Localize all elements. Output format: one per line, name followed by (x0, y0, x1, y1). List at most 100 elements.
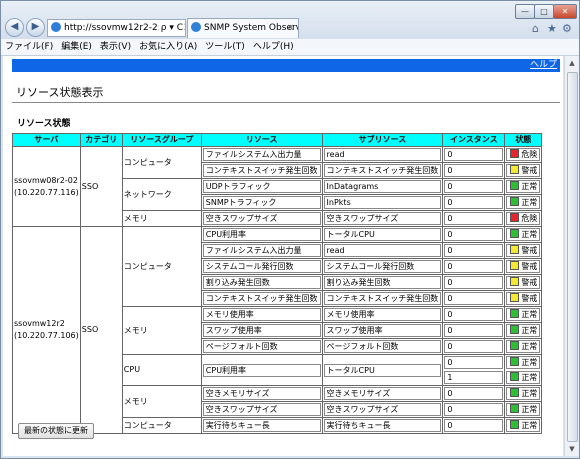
resource-label: コンテキストスイッチ発生回数 (202, 292, 321, 305)
resource-cell: ページフォルト回数 (200, 338, 323, 355)
help-bar: ヘルプ (12, 59, 560, 72)
status-icon (510, 149, 520, 158)
tab-close-icon[interactable]: × (286, 19, 294, 37)
instance-cell: 0 (442, 385, 506, 402)
status-text: 正常 (521, 389, 538, 398)
forward-button[interactable]: ▶ (26, 18, 45, 37)
ie-page-icon (51, 22, 61, 32)
resource-cell: コンテキストスイッチ発生回数 (200, 162, 323, 179)
vertical-scrollbar[interactable]: ▲ ▼ (564, 56, 579, 456)
resource-label: 割り込み発生回数 (202, 276, 321, 289)
status-badge: 正常 (506, 356, 541, 369)
status-badge: 正常 (506, 180, 541, 193)
table-row: ssovmw12r2 (10.220.77.106) SSO コンピュータ CPU利用… (12, 226, 543, 434)
status-icon (510, 388, 520, 397)
menu-tools[interactable]: ツール(T) (201, 39, 249, 55)
status-icon (510, 420, 520, 429)
resource-group-cell: コンピュータ (121, 226, 202, 307)
status-cell: 危険 (504, 210, 543, 227)
category-cell: SSO (79, 146, 123, 227)
menu-file[interactable]: ファイル(F) (1, 39, 57, 55)
instance-cell: 0 (442, 322, 506, 339)
status-icon (510, 325, 520, 334)
status-badge: 正常 (506, 308, 541, 321)
resource-cell: ファイルシステム入出力量 (200, 242, 323, 259)
resource-cell: メモリ使用率 (200, 306, 323, 323)
status-text: 正常 (521, 342, 538, 351)
instance-value: 0 (444, 419, 504, 432)
subresource-label: 空きメモリサイズ (323, 387, 442, 400)
minimize-button[interactable]: — (515, 4, 535, 19)
instance-value: 0 (444, 260, 504, 273)
instance-cell: 0 (442, 306, 506, 323)
resource-cell: CPU利用率 (200, 226, 323, 243)
subresource-label: read (323, 148, 442, 161)
subresource-cell: 空きスワップサイズ (321, 210, 444, 227)
header-subresource: サブリソース (321, 133, 444, 147)
menu-help[interactable]: ヘルプ(H) (249, 39, 298, 55)
window-close-button[interactable]: ✕ (553, 4, 577, 19)
instance-cell: 0 (442, 194, 506, 211)
header-resource-group: リソースグループ (121, 133, 202, 147)
status-cell: 正常 (504, 401, 543, 418)
header-resource: リソース (200, 133, 323, 147)
menu-view[interactable]: 表示(V) (96, 39, 135, 55)
resource-group-cell: CPU (121, 354, 202, 386)
scroll-thumb[interactable] (567, 72, 578, 442)
maximize-button[interactable]: □ (534, 4, 554, 19)
help-link[interactable]: ヘルプ (530, 59, 557, 72)
resource-cell: 空きスワップサイズ (200, 210, 323, 227)
subresource-label: コンテキストスイッチ発生回数 (323, 292, 442, 305)
resource-label: 空きメモリサイズ (202, 387, 321, 400)
header-instance: インスタンス (442, 133, 506, 147)
resource-group-cell: メモリ (121, 306, 202, 355)
resource-label: 空きスワップサイズ (202, 212, 321, 225)
browser-window: — □ ✕ ◀ ▶ http://ssovmw12r2-2:20393 ρ ▾ … (0, 0, 580, 459)
subresource-cell: 実行待ちキュー長 (321, 417, 444, 434)
back-button[interactable]: ◀ (5, 18, 24, 37)
tab-snmp-system-observer[interactable]: SNMP System Observer... × (187, 18, 299, 38)
status-badge: 警戒 (506, 260, 541, 273)
home-icon[interactable]: ⌂ (532, 22, 539, 35)
status-badge: 正常 (506, 340, 541, 353)
refresh-button[interactable]: 最新の状態に更新 (18, 423, 94, 439)
address-bar[interactable]: http://ssovmw12r2-2:20393 ρ ▾ C (47, 19, 186, 37)
subresource-label: スワップ使用率 (323, 324, 442, 337)
favorites-star-icon[interactable]: ★ (547, 22, 557, 35)
address-controls-icon[interactable]: ρ ▾ C (158, 20, 183, 36)
status-badge: 正常 (506, 419, 541, 432)
resource-group-cell: メモリ (121, 385, 202, 418)
status-icon (510, 245, 520, 254)
status-text: 正常 (521, 230, 538, 239)
scroll-up-icon[interactable]: ▲ (565, 56, 579, 70)
resource-label: SNMPトラフィック (202, 196, 321, 209)
status-icon (510, 165, 520, 174)
gear-icon[interactable]: ⚙ (562, 22, 572, 35)
title-divider (12, 102, 560, 103)
instance-value: 0 (444, 403, 504, 416)
status-badge: 警戒 (506, 164, 541, 177)
resource-label: 実行待ちキュー長 (202, 419, 321, 432)
menu-bar: ファイル(F) 編集(E) 表示(V) お気に入り(A) ツール(T) ヘルプ(H) (1, 39, 579, 56)
instance-cell: 0 (442, 401, 506, 418)
resource-cell: 空きメモリサイズ (200, 385, 323, 402)
tab-title: SNMP System Observer... (204, 23, 298, 33)
menu-edit[interactable]: 編集(E) (57, 39, 96, 55)
scroll-down-icon[interactable]: ▼ (565, 442, 579, 456)
status-icon (510, 261, 520, 270)
subresource-cell: 割り込み発生回数 (321, 274, 444, 291)
status-icon (510, 341, 520, 350)
instance-value: 0 (444, 228, 504, 241)
status-badge: 正常 (506, 228, 541, 241)
header-status: 状態 (504, 133, 543, 147)
instance-cell: 0 (442, 290, 506, 307)
subresource-label: 割り込み発生回数 (323, 276, 442, 289)
instance-value: 0 (444, 308, 504, 321)
menu-favorites[interactable]: お気に入り(A) (135, 39, 201, 55)
category-cell: SSO (79, 226, 123, 434)
resource-label: CPU利用率 (202, 363, 321, 377)
subresource-label: メモリ使用率 (323, 308, 442, 321)
header-category: カテゴリ (79, 133, 123, 147)
resource-group-cell: コンピュータ (121, 146, 202, 179)
instance-cell: 0 (442, 417, 506, 434)
